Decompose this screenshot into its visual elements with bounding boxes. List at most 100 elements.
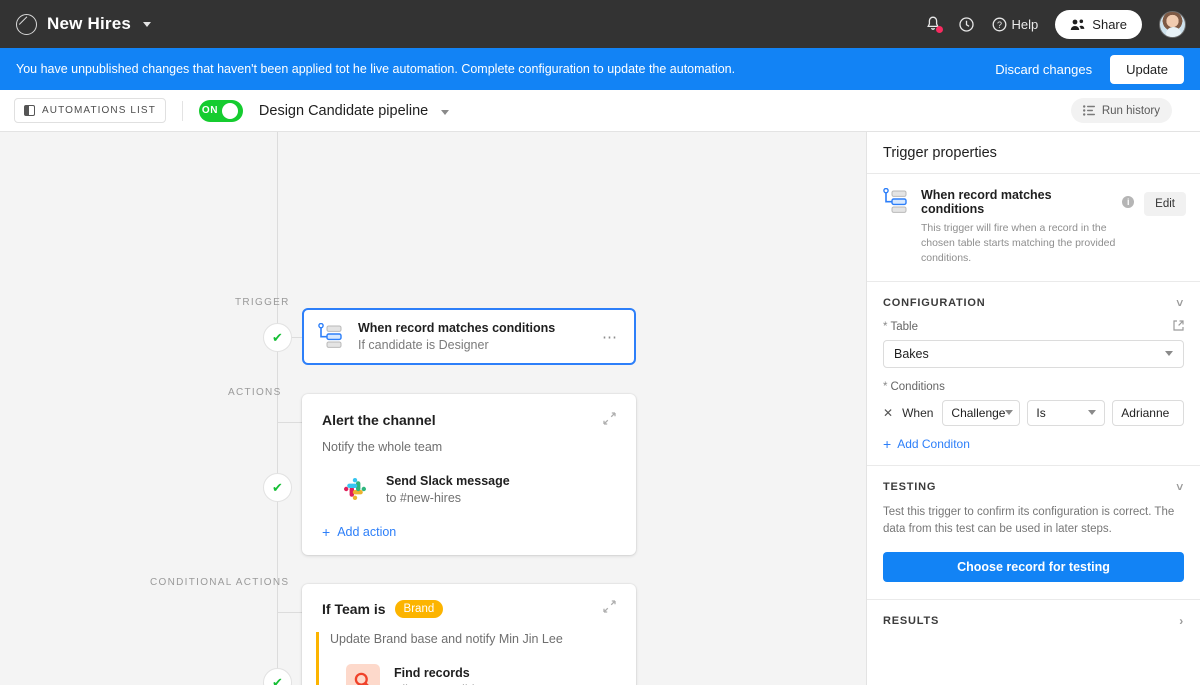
configuration-section-header[interactable]: CONFIGURATION ˅ (867, 282, 1200, 320)
run-history-label: Run history (1101, 104, 1160, 117)
expand-icon[interactable] (603, 412, 616, 430)
rail-connector (277, 612, 303, 613)
record-match-icon (881, 187, 911, 216)
update-button[interactable]: Update (1110, 54, 1184, 84)
action-step-text: Send Slack message to #new-hires (386, 474, 510, 505)
panel-icon (24, 105, 35, 116)
action-card-title: Alert the channel (322, 412, 436, 428)
condition-row: ✕ When Challenge Is Adrianne (883, 399, 1184, 426)
chevron-down-icon (1088, 410, 1097, 416)
check-icon: ✔ (272, 675, 283, 685)
automations-list-button[interactable]: AUTOMATIONS LIST (14, 98, 166, 123)
help-button[interactable]: ? Help (992, 17, 1038, 32)
automation-toolbar: AUTOMATIONS LIST ON Design Candidate pip… (0, 90, 1200, 132)
required-marker: * (883, 320, 888, 333)
toolbar-divider (181, 100, 183, 121)
run-history-button[interactable]: Run history (1070, 98, 1172, 123)
flow-rail (277, 132, 278, 685)
action-card[interactable]: Alert the channel Notify the whole team (302, 394, 636, 555)
condition-value-input[interactable]: Adrianne (1112, 399, 1184, 426)
chevron-down-icon[interactable]: ˅ (1176, 480, 1184, 494)
testing-heading: TESTING (883, 480, 937, 493)
chevron-down-icon[interactable] (441, 109, 450, 115)
conditional-card-title: If Team is (322, 601, 386, 617)
automation-name[interactable]: Design Candidate pipeline (258, 102, 450, 119)
workspace: TRIGGER ACTIONS CONDITIONAL ACTIONS ✔ Wh… (0, 132, 1200, 685)
action-card-header: Alert the channel (322, 412, 616, 430)
automation-name-label: Design Candidate pipeline (258, 102, 429, 119)
table-field: * Table Bakes (867, 320, 1200, 368)
trigger-card-title: When record matches conditions (358, 321, 556, 335)
conditions-field: * Conditions ✕ When Challenge Is Adriann… (867, 381, 1200, 451)
condition-field-select[interactable]: Challenge (942, 399, 1021, 426)
trigger-status-node: ✔ (263, 323, 292, 352)
condition-operator-select[interactable]: Is (1027, 399, 1106, 426)
plus-icon: + (322, 524, 331, 540)
panel-trigger-summary: When record matches conditions i This tr… (867, 174, 1200, 282)
clock-history-icon[interactable] (958, 16, 975, 33)
add-action-button[interactable]: + Add action (322, 525, 616, 539)
share-label: Share (1092, 16, 1127, 32)
when-label: When (902, 405, 934, 420)
results-heading: RESULTS (883, 615, 940, 628)
conditions-label-row: * Conditions (883, 381, 1184, 393)
notification-dot (935, 25, 943, 33)
toggle-label: ON (201, 105, 218, 116)
conditional-step-text: Find records All new candidates (394, 666, 498, 685)
app-brand[interactable]: New Hires (16, 13, 152, 35)
automation-canvas: TRIGGER ACTIONS CONDITIONAL ACTIONS ✔ Wh… (0, 132, 867, 685)
table-select[interactable]: Bakes (883, 339, 1184, 368)
trigger-card[interactable]: When record matches conditions If candid… (302, 308, 636, 365)
condition-value: Adrianne (1121, 405, 1170, 420)
chevron-right-icon[interactable]: › (1179, 614, 1184, 628)
find-records-icon (346, 664, 380, 685)
conditional-step[interactable]: Find records All new candidates (330, 664, 616, 685)
table-label: Table (890, 320, 918, 333)
share-button[interactable]: Share (1055, 9, 1142, 39)
bell-icon[interactable] (925, 16, 943, 33)
unpublished-changes-banner: You have unpublished changes that haven'… (0, 48, 1200, 90)
panel-trigger-description: This trigger will fire when a record in … (921, 222, 1116, 265)
edit-button[interactable]: Edit (1144, 192, 1186, 216)
conditional-action-card[interactable]: If Team is Brand Update Brand base and n… (302, 584, 636, 685)
ellipsis-icon[interactable]: ⋯ (598, 328, 622, 346)
compass-icon (16, 13, 37, 35)
chevron-down-icon[interactable]: ˅ (1176, 296, 1184, 310)
panel-trigger-title: When record matches conditions (921, 188, 1052, 216)
page-title: New Hires (47, 14, 132, 33)
configuration-heading: CONFIGURATION (883, 296, 986, 309)
action-status-node: ✔ (263, 473, 292, 502)
section-label-trigger: TRIGGER (235, 297, 290, 308)
choose-record-for-testing-button[interactable]: Choose record for testing (883, 552, 1184, 583)
section-label-actions: ACTIONS (228, 387, 282, 398)
table-label-row: * Table (883, 320, 1184, 334)
panel-trigger-text: When record matches conditions i This tr… (921, 188, 1135, 267)
section-label-conditional-actions: CONDITIONAL ACTIONS (150, 577, 290, 588)
banner-actions: Discard changes Update (995, 54, 1184, 84)
svg-text:?: ? (997, 20, 1002, 30)
external-link-icon[interactable] (1173, 320, 1184, 334)
action-step[interactable]: Send Slack message to #new-hires (322, 472, 616, 506)
testing-section-header[interactable]: TESTING ˅ (867, 466, 1200, 504)
check-icon: ✔ (272, 330, 283, 345)
action-card-subtitle: Notify the whole team (322, 440, 443, 454)
conditions-label: Conditions (890, 380, 945, 393)
discard-changes-button[interactable]: Discard changes (995, 62, 1092, 77)
conditional-card-body: Update Brand base and notify Min Jin Lee… (316, 632, 616, 685)
close-icon[interactable]: ✕ (883, 406, 895, 420)
info-icon[interactable]: i (1122, 196, 1135, 208)
top-bar-actions: ? Help Share (925, 9, 1186, 39)
chevron-down-icon[interactable] (143, 21, 152, 27)
conditional-card-subtitle: Update Brand base and notify Min Jin Lee (330, 632, 563, 646)
results-section-header[interactable]: RESULTS › (867, 600, 1200, 638)
expand-icon[interactable] (603, 600, 616, 618)
automations-list-label: AUTOMATIONS LIST (42, 105, 156, 116)
conditional-status-node-check: ✔ (263, 668, 292, 685)
record-match-icon (316, 322, 346, 351)
check-icon: ✔ (272, 480, 283, 495)
user-avatar[interactable] (1159, 10, 1186, 38)
add-condition-button[interactable]: + Add Conditon (883, 437, 1184, 451)
automation-enabled-toggle[interactable]: ON (198, 99, 243, 122)
action-step-title: Send Slack message (386, 473, 510, 488)
add-condition-label: Add Conditon (897, 436, 970, 451)
